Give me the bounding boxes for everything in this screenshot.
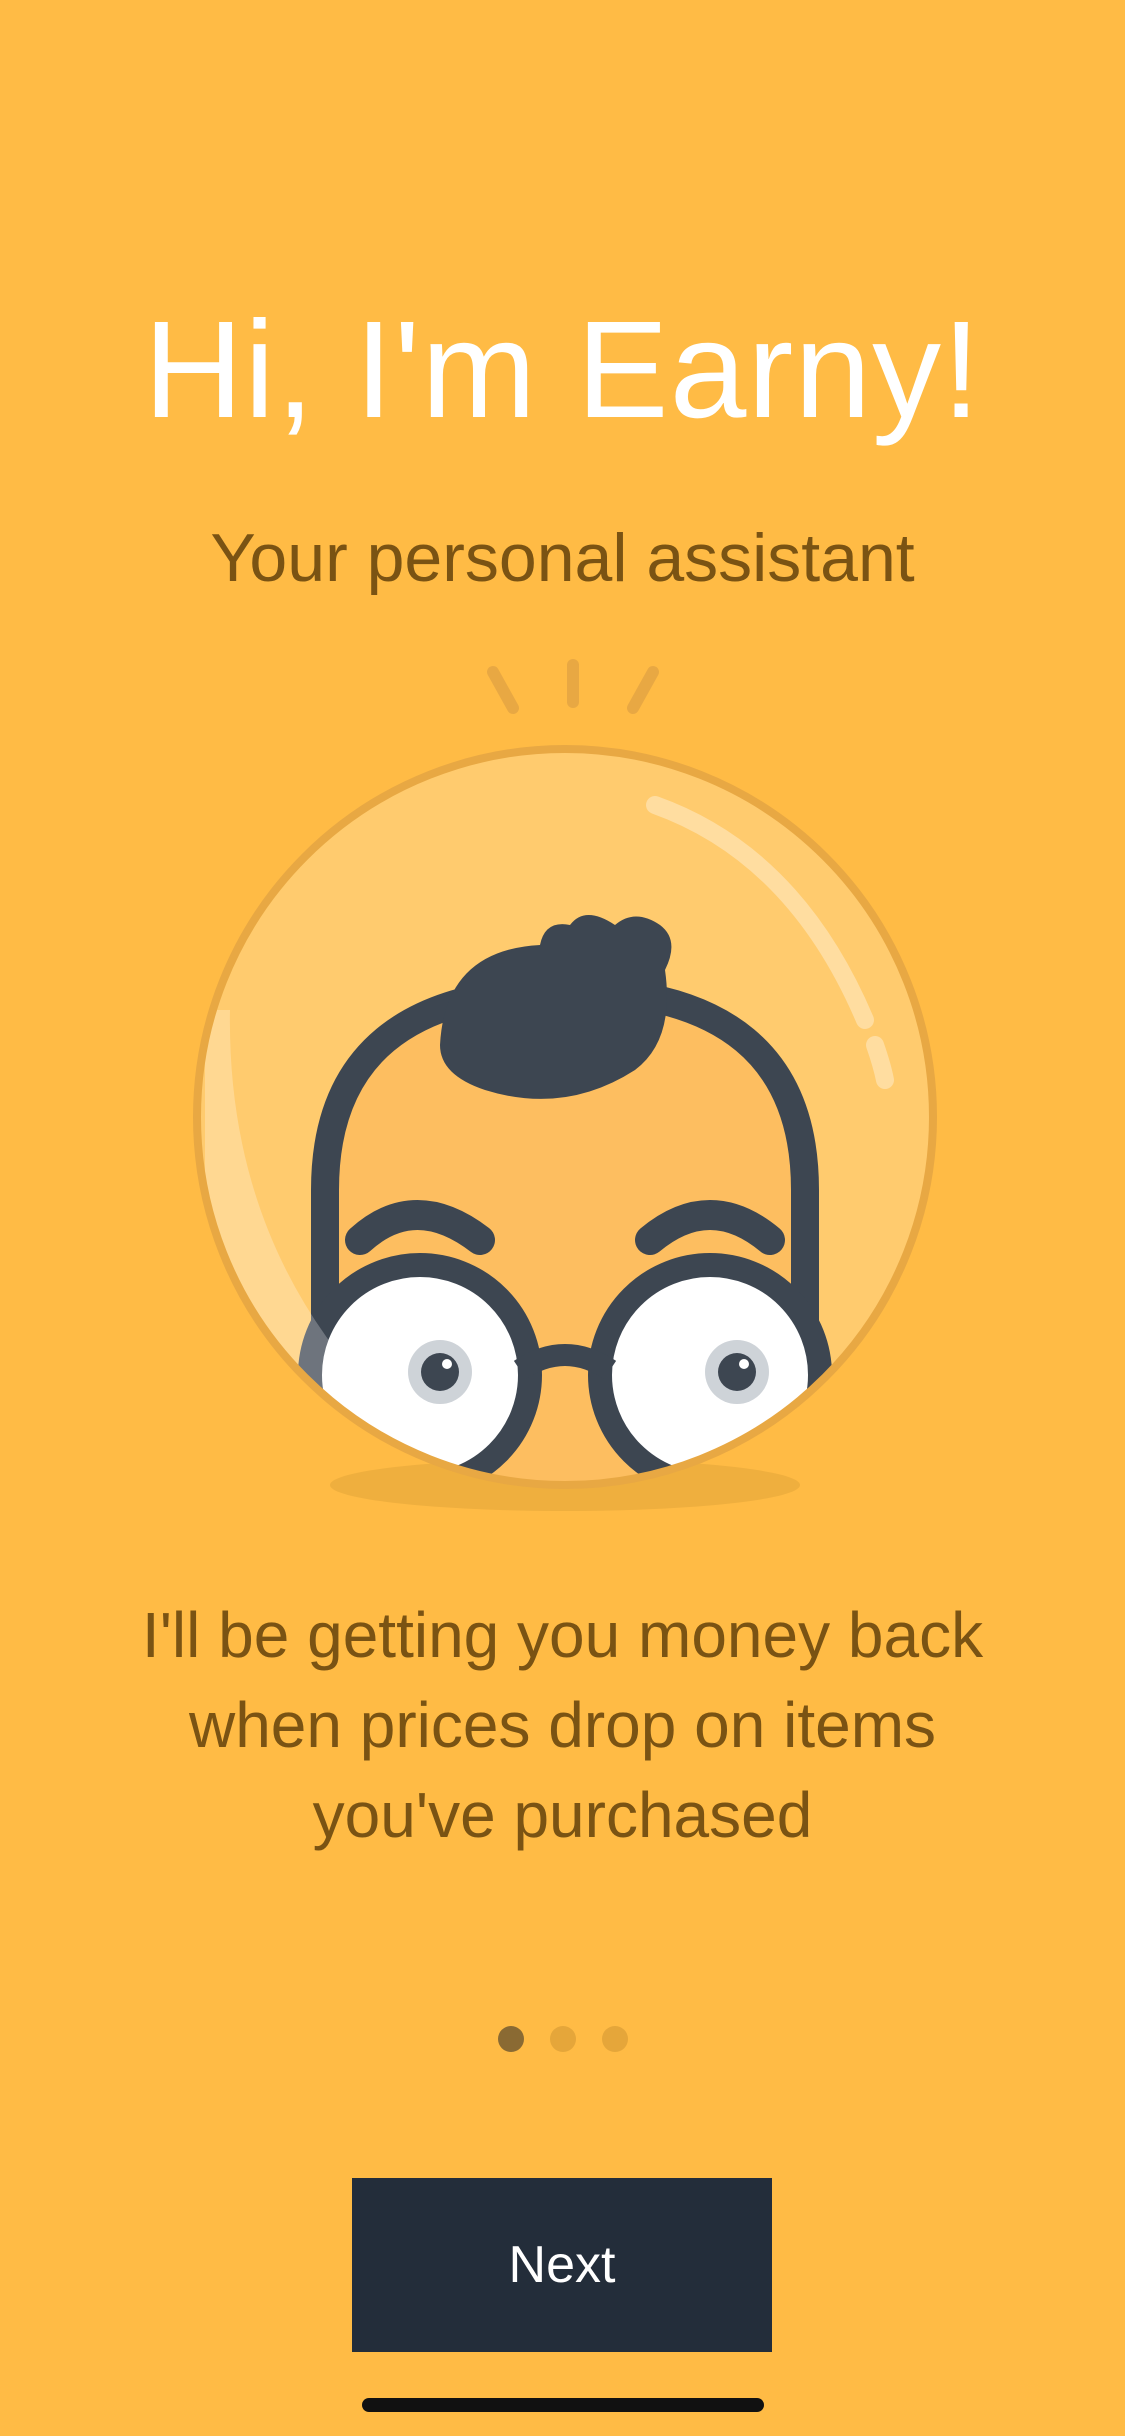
page-dot-2[interactable] xyxy=(549,2026,576,2052)
page-title: Hi, I'm Earny! xyxy=(143,293,982,447)
page-dot-3[interactable] xyxy=(601,2026,628,2052)
earny-mascot-icon xyxy=(185,650,945,1530)
next-button[interactable]: Next xyxy=(352,2178,772,2352)
page-subtitle: Your personal assistant xyxy=(210,520,915,596)
onboarding-screen: Hi, I'm Earny! Your personal assistant I… xyxy=(0,0,1125,2436)
page-dot-1[interactable] xyxy=(497,2026,524,2052)
page-indicator xyxy=(0,2026,1125,2054)
home-indicator[interactable] xyxy=(362,2398,764,2412)
description-text: I'll be getting you money back when pric… xyxy=(141,1599,984,1851)
